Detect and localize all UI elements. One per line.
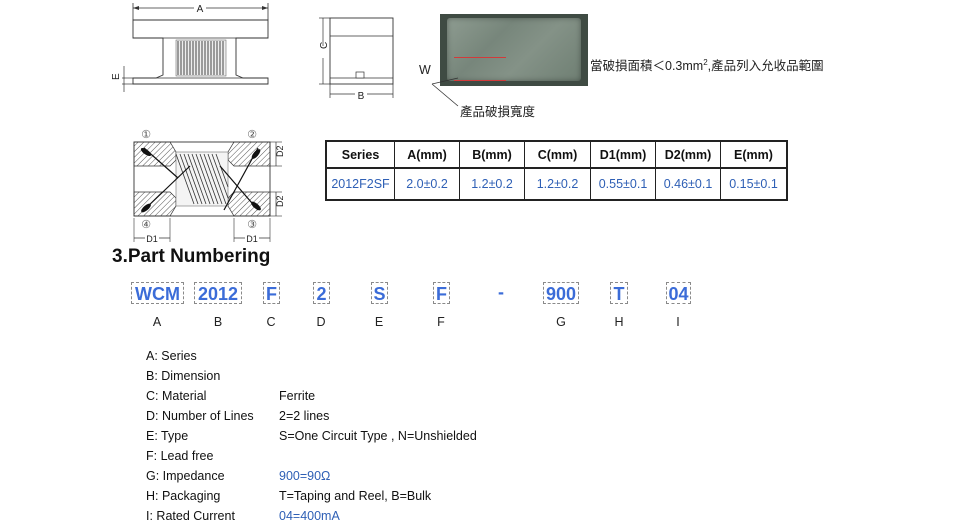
part-code-current: 04 <box>666 282 691 304</box>
table-header: E(mm) <box>720 140 788 169</box>
definition-value: 900=90Ω <box>279 469 331 483</box>
part-letter: D <box>316 315 326 329</box>
part-code-series: WCM <box>131 282 184 304</box>
definition-label: A: Series <box>146 349 197 363</box>
part-code-material: F <box>263 282 280 304</box>
definition-value: T=Taping and Reel, B=Bulk <box>279 489 432 503</box>
part-letter: I <box>676 315 680 329</box>
dimension-d1-left-label: D1 <box>146 234 158 244</box>
definition-label: I: Rated Current <box>146 509 235 523</box>
dimension-d2-lower-label: D2 <box>275 195 285 207</box>
table-cell: 1.2±0.2 <box>459 167 525 201</box>
table-cell: 0.15±0.1 <box>720 167 788 201</box>
definition-value: 04=400mA <box>279 509 340 523</box>
bottom-view-drawing: ① ② ④ ③ D1 D1 D2 D2 <box>133 129 285 244</box>
table-header: Series <box>325 140 395 169</box>
table-header: D1(mm) <box>590 140 656 169</box>
part-code-lines: 2 <box>313 282 330 304</box>
table-header: B(mm) <box>459 140 525 169</box>
definition-label: G: Impedance <box>146 469 225 483</box>
part-letter: B <box>213 315 223 329</box>
dimension-b-label: B <box>358 91 365 102</box>
table-cell: 2.0±0.2 <box>394 167 460 201</box>
side-view-drawing: C B <box>318 17 394 102</box>
definition-label: B: Dimension <box>146 369 221 383</box>
part-code-dimension: 2012 <box>194 282 242 304</box>
table-header-row: Series A(mm) B(mm) C(mm) D1(mm) D2(mm) E… <box>325 140 788 169</box>
table-cell: 1.2±0.2 <box>524 167 591 201</box>
table-row: 2012F2SF 2.0±0.2 1.2±0.2 1.2±0.2 0.55±0.… <box>325 167 788 201</box>
part-code-separator: - <box>498 282 504 302</box>
dimension-a-label: A <box>197 4 204 15</box>
dimension-c-label: C <box>319 42 330 49</box>
part-letter: G <box>556 315 566 329</box>
definition-label: E: Type <box>146 429 189 443</box>
damage-rule-note: 當破損面積＜0.3mm2,產品列入允收品範圍 <box>590 55 824 74</box>
part-code-packaging: T <box>610 282 628 304</box>
part-code-impedance: 900 <box>543 282 579 304</box>
table-header: C(mm) <box>524 140 591 169</box>
part-letter: F <box>437 315 445 329</box>
damage-upper-line <box>454 57 506 58</box>
pad-3-label: ③ <box>247 219 257 231</box>
component-surface <box>447 18 581 81</box>
table-cell: 0.46±0.1 <box>655 167 721 201</box>
definition-value: S=One Circuit Type , N=Unshielded <box>279 429 477 443</box>
dimension-spec-table: Series A(mm) B(mm) C(mm) D1(mm) D2(mm) E… <box>325 140 788 201</box>
dimension-d1-right-label: D1 <box>246 234 258 244</box>
definition-value: 2=2 lines <box>279 409 330 423</box>
damage-rule-prefix: 當破損面積＜0.3mm <box>590 59 704 73</box>
part-letter: H <box>614 315 624 329</box>
front-view-drawing: A E <box>111 2 269 92</box>
dimension-d2-upper-label: D2 <box>275 145 285 157</box>
pad-2-label: ② <box>247 129 257 141</box>
definition-value: Ferrite <box>279 389 316 403</box>
table-header: D2(mm) <box>655 140 721 169</box>
definition-label: H: Packaging <box>146 489 221 503</box>
part-code-type: S <box>371 282 388 304</box>
part-letter: A <box>152 315 162 329</box>
table-header: A(mm) <box>394 140 460 169</box>
part-letter: E <box>374 315 384 329</box>
damage-rule-suffix: ,產品列入允收品範圍 <box>707 59 824 73</box>
pad-4-label: ④ <box>141 219 151 231</box>
definition-label: F: Lead free <box>146 449 214 463</box>
leader-line <box>431 77 459 107</box>
damage-width-label: 產品破損寬度 <box>460 105 536 119</box>
width-w-label: W <box>419 63 431 77</box>
section-title: 3.Part Numbering <box>112 246 271 267</box>
table-cell: 2012F2SF <box>325 167 395 201</box>
dimension-e-label: E <box>111 73 122 80</box>
part-code-lead-free: F <box>433 282 450 304</box>
pad-1-label: ① <box>141 129 151 141</box>
definition-label: D: Number of Lines <box>146 409 254 423</box>
part-letter: C <box>266 315 276 329</box>
table-cell: 0.55±0.1 <box>590 167 656 201</box>
definition-label: C: Material <box>146 389 207 403</box>
